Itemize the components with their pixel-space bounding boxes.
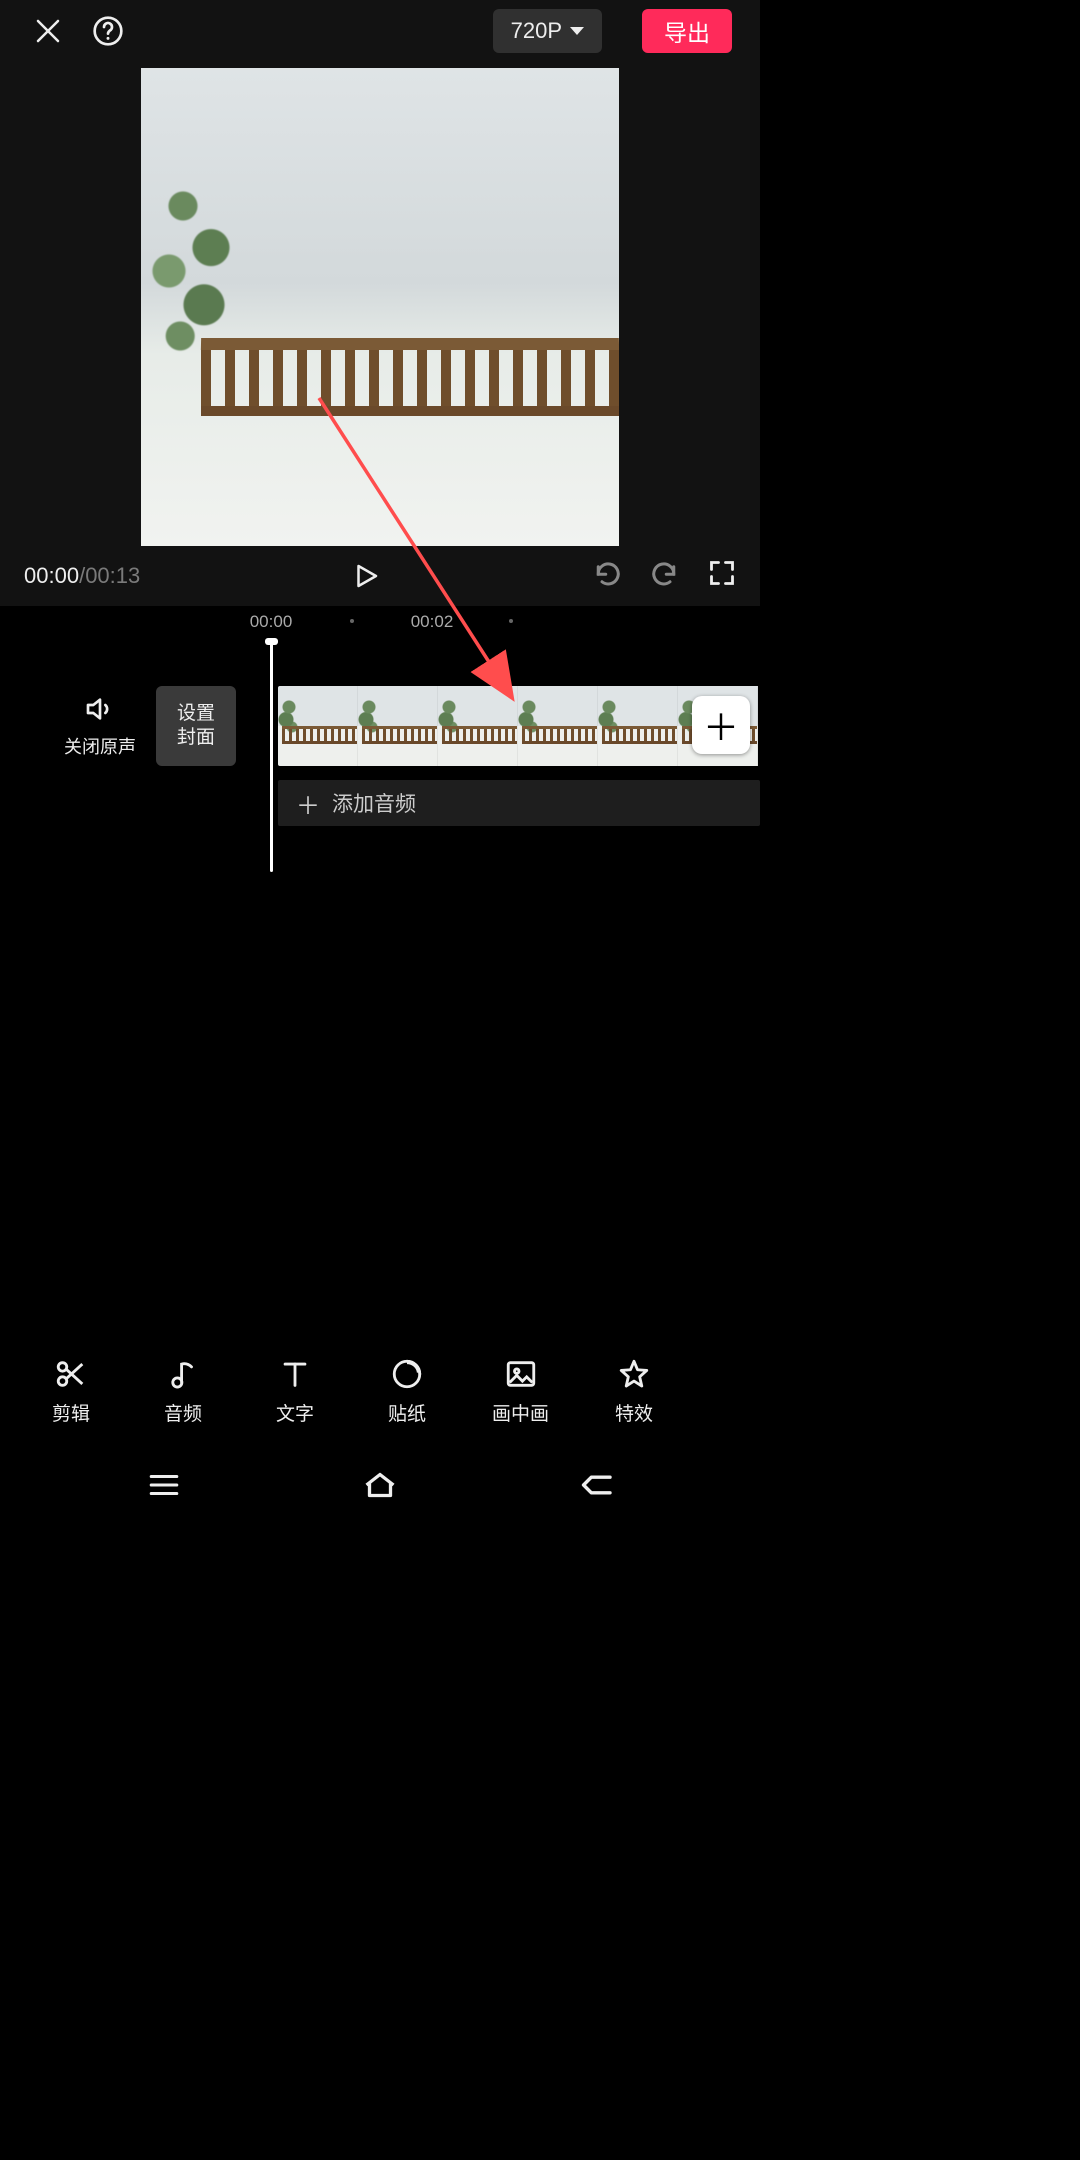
plus-icon: ＋ — [703, 699, 739, 751]
music-note-icon — [166, 1357, 200, 1391]
clip-thumbnail — [358, 686, 438, 766]
preview-deck-graphic — [201, 338, 619, 434]
help-icon — [92, 15, 124, 47]
sticker-icon — [390, 1357, 424, 1391]
scissors-icon — [54, 1357, 88, 1391]
add-clip-button[interactable]: ＋ — [692, 696, 750, 754]
plus-icon: ＋ — [296, 786, 320, 821]
star-icon — [617, 1357, 651, 1391]
close-button[interactable] — [30, 13, 66, 49]
player-controls: 00:00 / 00:13 — [0, 546, 760, 606]
timeline-area: 00:00 00:02 关闭原声 设置 封面 ＋ ＋ — [0, 606, 760, 1332]
undo-icon — [592, 558, 622, 588]
speaker-icon — [84, 693, 116, 725]
clip-thumbnail — [438, 686, 518, 766]
tool-sticker[interactable]: 贴纸 — [380, 1357, 434, 1426]
chevron-down-icon — [570, 27, 584, 35]
add-audio-label: 添加音频 — [332, 788, 416, 818]
ruler-tick: 00:02 — [411, 612, 454, 632]
system-nav-bar — [0, 1450, 760, 1520]
playhead[interactable] — [270, 640, 273, 872]
ruler-dot — [350, 619, 354, 623]
tool-label: 剪辑 — [52, 1399, 90, 1426]
tool-text[interactable]: 文字 — [268, 1357, 322, 1426]
redo-button[interactable] — [650, 558, 680, 594]
play-icon — [351, 561, 381, 591]
tracks: 关闭原声 设置 封面 ＋ ＋ 添加音频 — [0, 640, 760, 870]
menu-icon — [147, 1472, 181, 1498]
mute-toggle[interactable]: 关闭原声 — [64, 693, 136, 759]
resolution-dropdown[interactable]: 720P — [493, 9, 602, 53]
nav-back-button[interactable] — [571, 1467, 621, 1503]
undo-button[interactable] — [592, 558, 622, 594]
mute-label: 关闭原声 — [64, 733, 136, 759]
preview-area — [0, 62, 760, 546]
tool-label: 贴纸 — [388, 1399, 426, 1426]
tool-cut[interactable]: 剪辑 — [44, 1357, 98, 1426]
add-audio-track[interactable]: ＋ 添加音频 — [278, 780, 760, 826]
bottom-toolbar: 剪辑 音频 文字 贴纸 画中画 特效 — [0, 1332, 760, 1450]
tool-audio[interactable]: 音频 — [156, 1357, 210, 1426]
current-time: 00:00 — [24, 563, 79, 589]
clip-thumbnail — [518, 686, 598, 766]
cover-label: 设置 封面 — [177, 702, 215, 750]
tool-effects[interactable]: 特效 — [607, 1357, 661, 1426]
back-icon — [577, 1471, 615, 1499]
clip-thumbnail — [598, 686, 678, 766]
duration: 00:13 — [85, 563, 140, 589]
video-clip[interactable] — [278, 686, 760, 766]
home-icon — [361, 1470, 399, 1500]
nav-home-button[interactable] — [355, 1467, 405, 1503]
play-button[interactable] — [140, 561, 592, 591]
tool-pip[interactable]: 画中画 — [492, 1357, 549, 1426]
export-label: 导出 — [664, 14, 710, 48]
close-icon — [33, 16, 63, 46]
set-cover-button[interactable]: 设置 封面 — [156, 686, 236, 766]
picture-in-picture-icon — [504, 1357, 538, 1391]
export-button[interactable]: 导出 — [642, 9, 732, 53]
redo-icon — [650, 558, 680, 588]
video-preview[interactable] — [141, 68, 619, 546]
fullscreen-button[interactable] — [708, 559, 736, 593]
clip-thumbnail — [278, 686, 358, 766]
ruler-dot — [509, 619, 513, 623]
text-icon — [278, 1357, 312, 1391]
ruler-tick: 00:00 — [250, 612, 293, 632]
tool-label: 文字 — [276, 1399, 314, 1426]
resolution-label: 720P — [511, 18, 562, 44]
tool-label: 画中画 — [492, 1399, 549, 1426]
nav-recent-button[interactable] — [139, 1467, 189, 1503]
time-ruler[interactable]: 00:00 00:02 — [0, 606, 760, 640]
top-bar: 720P 导出 — [0, 0, 760, 62]
fullscreen-icon — [708, 559, 736, 587]
tool-label: 音频 — [164, 1399, 202, 1426]
tool-label: 特效 — [615, 1399, 653, 1426]
help-button[interactable] — [90, 13, 126, 49]
